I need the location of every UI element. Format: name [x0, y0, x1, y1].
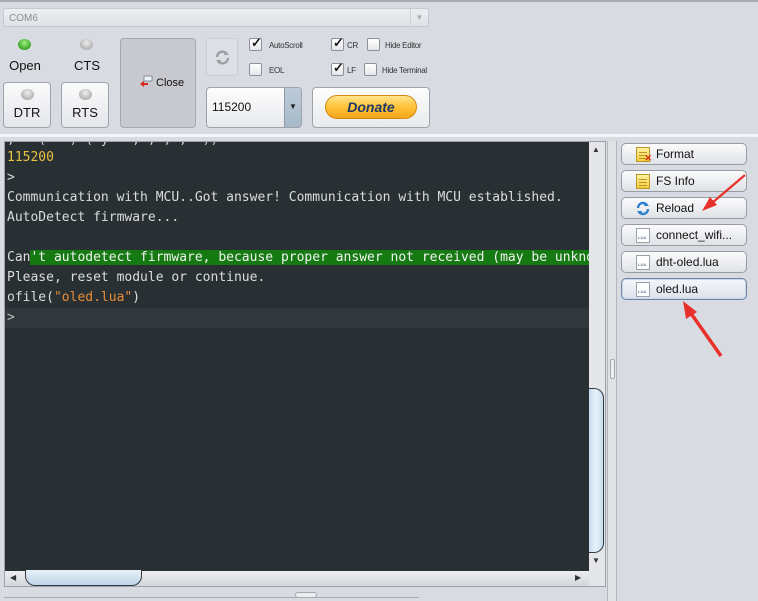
check-icon: ✓ [333, 35, 344, 50]
autoscroll-label: AutoScroll [269, 41, 303, 50]
terminal-line: ofile("oled.lua") [7, 288, 140, 308]
check-icon: ✓ [251, 35, 262, 50]
terminal-horizontal-scrollbar[interactable]: ◀ ▶ [5, 570, 589, 586]
lua-icon-text: LUA [638, 289, 647, 294]
lua-file-icon: LUA [636, 228, 650, 243]
terminal-line: AutoDetect firmware... [7, 210, 180, 225]
terminal-line: Please, reset module or continue. [7, 270, 266, 285]
lf-label: LF [347, 66, 356, 75]
file-label: oled.lua [656, 282, 699, 296]
window-top-border [0, 0, 758, 2]
file-label: connect_wifi... [656, 228, 733, 242]
scroll-down-icon[interactable]: ▼ [592, 556, 600, 565]
disconnect-icon [140, 75, 153, 87]
format-icon: ✕ [636, 147, 652, 163]
vertical-scroll-thumb[interactable] [589, 388, 604, 553]
arrow-to-oled-icon [683, 301, 723, 358]
file-button-oled[interactable]: LUA oled.lua [621, 278, 747, 300]
fs-info-icon [636, 174, 650, 189]
scroll-up-icon[interactable]: ▲ [592, 145, 600, 154]
close-label: Close [156, 77, 185, 89]
lua-icon-text: LUA [638, 235, 647, 240]
refresh-icon [215, 50, 230, 65]
reload-label: Reload [656, 201, 695, 215]
port-select[interactable]: COM6 ▼ [3, 8, 429, 27]
scroll-right-icon[interactable]: ▶ [575, 573, 581, 582]
horizontal-scroll-thumb[interactable] [25, 570, 142, 586]
open-label: Open [9, 58, 41, 73]
current-line-highlight [5, 308, 589, 328]
terminal-func-close: ) [132, 290, 141, 305]
terminal-line: Communication with MCU..Got answer! Comm… [7, 190, 563, 205]
rts-label: RTS [72, 105, 98, 120]
close-port-button[interactable]: Close [120, 38, 196, 128]
terminal-line: > [7, 170, 15, 185]
file-button-connect-wifi[interactable]: LUA connect_wifi... [621, 224, 747, 246]
hide-editor-label: Hide Editor [385, 41, 422, 50]
open-led-icon [18, 39, 31, 50]
scroll-left-icon[interactable]: ◀ [10, 573, 16, 582]
reload-button[interactable]: Reload [621, 197, 747, 219]
check-icon: ✓ [333, 60, 344, 75]
cts-label: CTS [74, 58, 100, 73]
lua-file-icon: LUA [636, 282, 650, 297]
hide-terminal-checkbox[interactable] [364, 63, 377, 76]
dtr-label: DTR [13, 105, 41, 120]
panel-splitter[interactable] [607, 141, 617, 601]
rts-led-icon [79, 89, 92, 100]
chevron-down-icon: ▼ [289, 102, 297, 111]
fs-info-label: FS Info [656, 174, 695, 188]
file-label: dht-oled.lua [656, 255, 719, 269]
dtr-button[interactable]: DTR [3, 82, 51, 128]
baud-rate-value: 115200 [212, 100, 252, 114]
format-button[interactable]: ✕ Format [621, 143, 747, 165]
terminal-func: ofile( [7, 290, 54, 305]
donate-label: Donate [325, 95, 417, 119]
chevron-down-icon[interactable]: ▼ [410, 9, 428, 26]
reload-icon [636, 201, 650, 216]
eol-label: EOL [269, 66, 285, 75]
terminal-text: Can [7, 250, 31, 265]
cts-led-icon [80, 39, 93, 50]
lua-icon-text: LUA [638, 262, 647, 267]
terminal-line: Can't autodetect firmware, because prope… [7, 248, 589, 268]
terminal-output[interactable]: , ' ( ) ( y , , , , )) 115200 > Communic… [5, 142, 589, 571]
hide-terminal-label: Hide Terminal [382, 66, 427, 75]
refresh-ports-button[interactable] [206, 38, 238, 76]
fs-info-button[interactable]: FS Info [621, 170, 747, 192]
autoscroll-checkbox[interactable]: ✓ [249, 35, 262, 51]
baud-rate-select[interactable]: 115200 ▼ [206, 87, 302, 128]
rts-button[interactable]: RTS [61, 82, 109, 128]
hide-editor-checkbox[interactable] [367, 38, 380, 51]
terminal-line: 115200 [7, 150, 54, 165]
cr-checkbox[interactable]: ✓ [331, 35, 344, 51]
terminal-string: "oled.lua" [53, 290, 133, 305]
baud-dropdown-button[interactable]: ▼ [284, 88, 301, 127]
cr-label: CR [347, 41, 358, 50]
toolbar-separator [0, 134, 758, 137]
format-label: Format [656, 147, 695, 161]
lf-checkbox[interactable]: ✓ [331, 60, 344, 76]
file-button-dht-oled[interactable]: LUA dht-oled.lua [621, 251, 747, 273]
lua-file-icon: LUA [636, 255, 650, 270]
donate-button[interactable]: Donate [312, 87, 430, 128]
port-select-value: COM6 [9, 13, 38, 24]
dtr-led-icon [21, 89, 34, 100]
selected-text: 't autodetect firmware, because proper a… [30, 250, 589, 265]
terminal-vertical-scrollbar[interactable]: ▲ ▼ [589, 142, 605, 571]
terminal-prompt: > [7, 310, 15, 325]
splitter-grip[interactable] [610, 359, 615, 379]
bottom-divider [4, 597, 419, 598]
eol-checkbox[interactable] [249, 63, 262, 76]
